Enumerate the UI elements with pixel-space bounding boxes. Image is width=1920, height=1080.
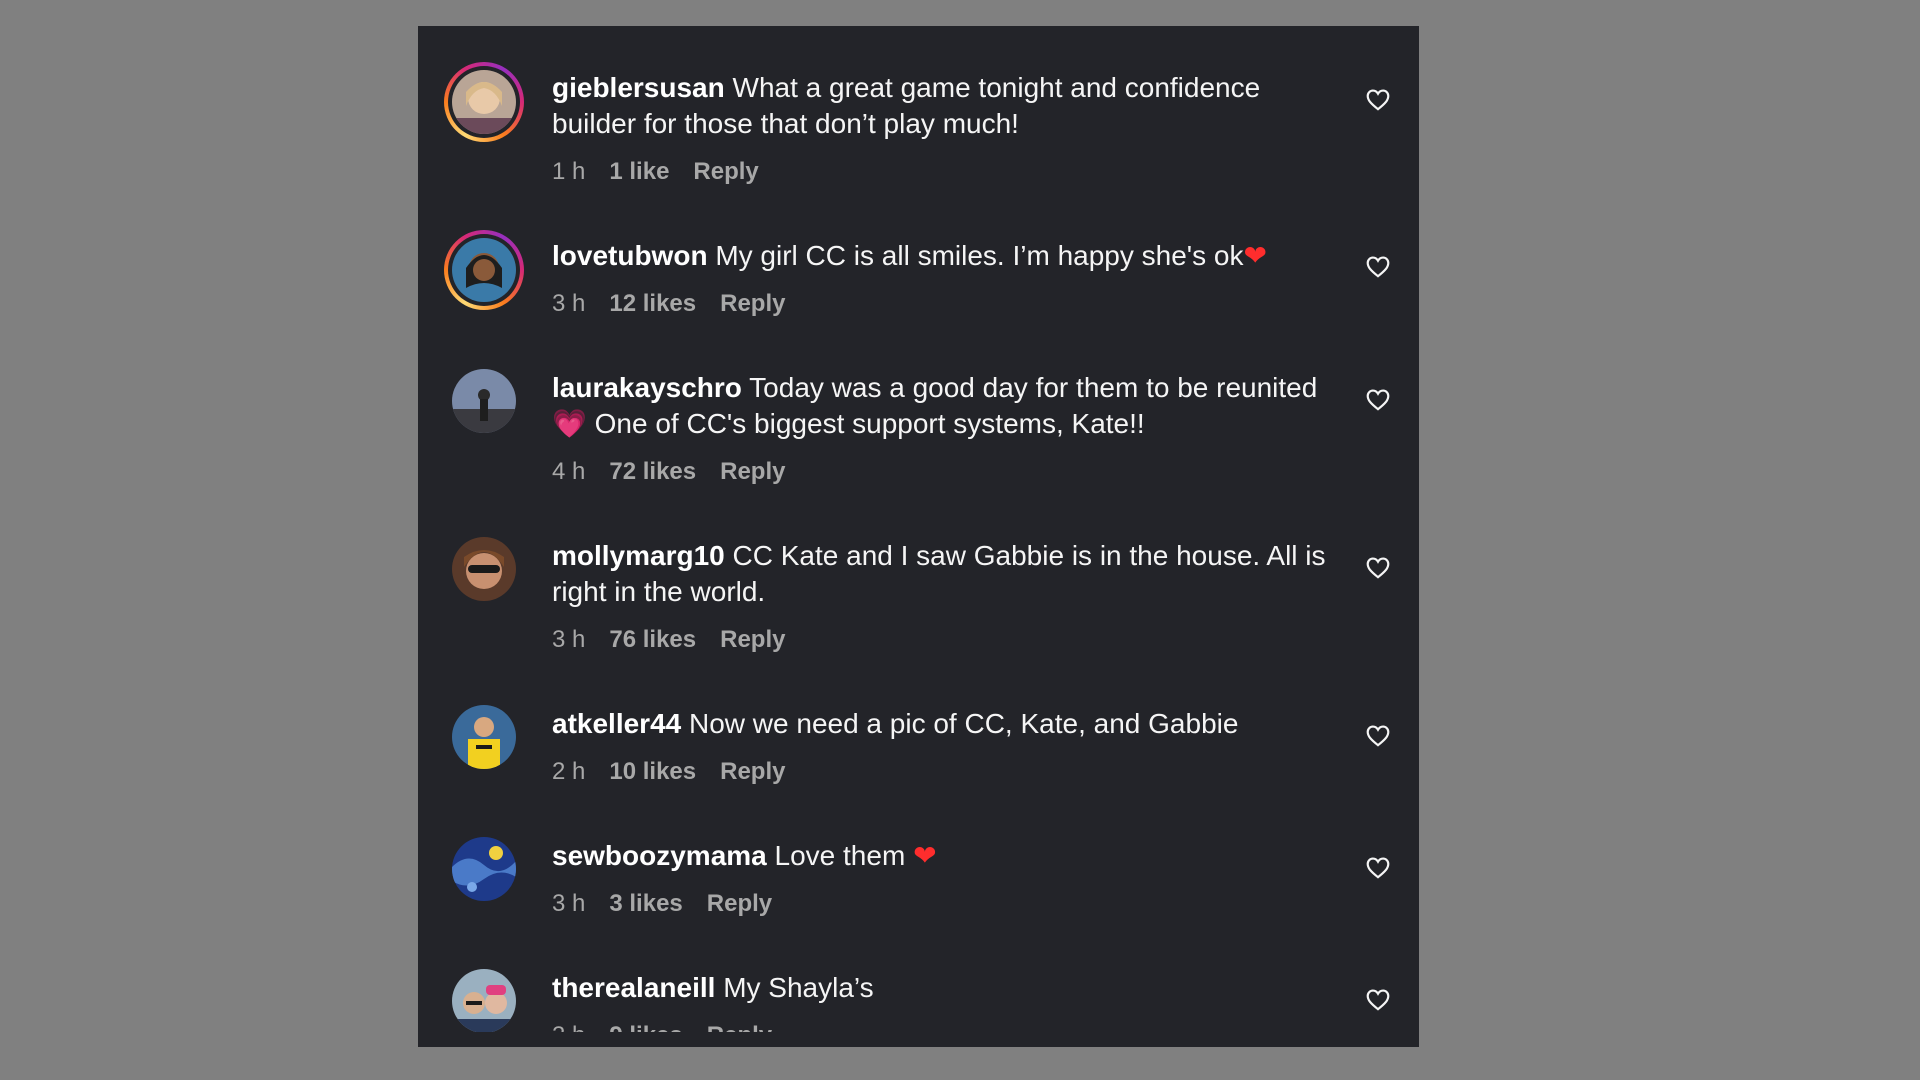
comment-time: 3 h bbox=[552, 626, 586, 653]
heart-outline-icon[interactable] bbox=[1365, 254, 1391, 280]
comment-time: 3 h bbox=[552, 290, 586, 317]
heart-emoji: ❤ bbox=[1243, 239, 1267, 272]
comment-likes[interactable]: 76 likes bbox=[609, 625, 696, 655]
comment-username[interactable]: gieblersusan bbox=[552, 72, 725, 103]
avatar-photo-icon[interactable] bbox=[452, 238, 516, 302]
comment-body: Today was a good day for them to be reun… bbox=[749, 372, 1318, 403]
avatar[interactable] bbox=[444, 697, 524, 777]
avatar-photo-icon[interactable] bbox=[452, 969, 516, 1033]
comment-likes[interactable]: 1 like bbox=[609, 157, 669, 187]
comment-body: My Shayla’s bbox=[723, 972, 874, 1003]
reply-button[interactable]: Reply bbox=[707, 889, 772, 919]
avatar-photo-icon[interactable] bbox=[452, 369, 516, 433]
avatar[interactable] bbox=[444, 829, 524, 909]
comment-likes[interactable]: 3 likes bbox=[609, 889, 682, 919]
comment-meta: 4 h 72 likes Reply bbox=[552, 457, 785, 487]
heart-outline-icon[interactable] bbox=[1365, 87, 1391, 113]
comment-username[interactable]: mollymarg10 bbox=[552, 540, 725, 571]
comment-likes[interactable]: 10 likes bbox=[609, 757, 696, 787]
comment-text: atkeller44 Now we need a pic of CC, Kate… bbox=[552, 706, 1342, 742]
comment-likes[interactable]: 72 likes bbox=[609, 457, 696, 487]
comment-username[interactable]: laurakayschro bbox=[552, 372, 742, 403]
avatar-photo-icon[interactable] bbox=[452, 837, 516, 901]
avatar-photo-icon[interactable] bbox=[452, 70, 516, 134]
avatar[interactable] bbox=[444, 529, 524, 609]
heart-outline-icon[interactable] bbox=[1365, 855, 1391, 881]
reply-button[interactable]: Reply bbox=[720, 289, 785, 319]
comment-text: mollymarg10 CC Kate and I saw Gabbie is … bbox=[552, 538, 1342, 610]
avatar[interactable] bbox=[444, 361, 524, 441]
heart-outline-icon[interactable] bbox=[1365, 987, 1391, 1013]
scroll-clip-edge bbox=[418, 1032, 1419, 1047]
comment-time: 1 h bbox=[552, 158, 586, 185]
comment-meta: 3 h 12 likes Reply bbox=[552, 289, 785, 319]
avatar-story-ring[interactable] bbox=[444, 230, 524, 310]
comment-username[interactable]: atkeller44 bbox=[552, 708, 681, 739]
reply-button[interactable]: Reply bbox=[693, 157, 758, 187]
comment-meta: 2 h 10 likes Reply bbox=[552, 757, 785, 787]
comment-username[interactable]: sewboozymama bbox=[552, 840, 767, 871]
comment-text: gieblersusan What a great game tonight a… bbox=[552, 70, 1342, 142]
comment-body: My girl CC is all smiles. I’m happy she'… bbox=[715, 240, 1244, 271]
reply-button[interactable]: Reply bbox=[720, 625, 785, 655]
avatar-story-ring[interactable] bbox=[444, 62, 524, 142]
comment-text: therealaneill My Shayla’s bbox=[552, 970, 1342, 1006]
comment-meta: 1 h 1 like Reply bbox=[552, 157, 759, 187]
reply-button[interactable]: Reply bbox=[720, 457, 785, 487]
comment-text: lovetubwon My girl CC is all smiles. I’m… bbox=[552, 238, 1342, 274]
reply-button[interactable]: Reply bbox=[720, 757, 785, 787]
pink-heart-emoji: 💗 bbox=[552, 407, 587, 440]
comment-time: 2 h bbox=[552, 758, 586, 785]
comment-body: Now we need a pic of CC, Kate, and Gabbi… bbox=[689, 708, 1239, 739]
heart-outline-icon[interactable] bbox=[1365, 555, 1391, 581]
comment-likes[interactable]: 12 likes bbox=[609, 289, 696, 319]
avatar-photo-icon[interactable] bbox=[452, 537, 516, 601]
comment-text: sewboozymama Love them ❤ bbox=[552, 838, 1342, 874]
avatar-photo-icon[interactable] bbox=[452, 705, 516, 769]
comment-body: Love them bbox=[774, 840, 906, 871]
comment-time: 3 h bbox=[552, 890, 586, 917]
avatar[interactable] bbox=[444, 961, 524, 1041]
comment-username[interactable]: lovetubwon bbox=[552, 240, 708, 271]
comment-username[interactable]: therealaneill bbox=[552, 972, 715, 1003]
comment-text: laurakayschro Today was a good day for t… bbox=[552, 370, 1342, 442]
comment-body-continued: One of CC's biggest support systems, Kat… bbox=[594, 408, 1145, 439]
comment-meta: 3 h 76 likes Reply bbox=[552, 625, 785, 655]
comment-time: 4 h bbox=[552, 458, 586, 485]
heart-outline-icon[interactable] bbox=[1365, 387, 1391, 413]
comments-panel: gieblersusan What a great game tonight a… bbox=[418, 26, 1419, 1047]
heart-outline-icon[interactable] bbox=[1365, 723, 1391, 749]
comment-meta: 3 h 3 likes Reply bbox=[552, 889, 772, 919]
heart-emoji: ❤ bbox=[913, 839, 937, 872]
